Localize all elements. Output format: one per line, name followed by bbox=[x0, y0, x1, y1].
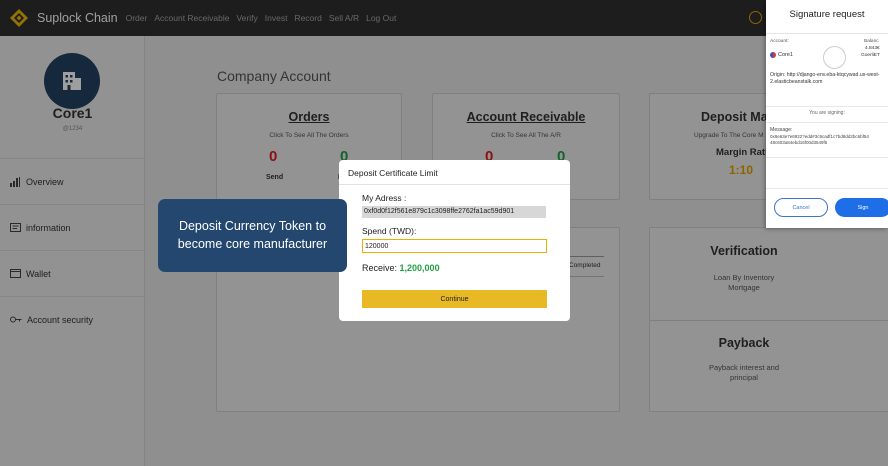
callout-line-2: become core manufacturer bbox=[177, 237, 328, 251]
deposit-certificate-modal: Deposit Certificate Limit My Adress : 0x… bbox=[339, 160, 570, 321]
annotation-callout: Deposit Currency Token to become core ma… bbox=[158, 199, 347, 272]
receive-amount: Receive: 1,200,000 bbox=[362, 263, 440, 273]
address-label: My Adress : bbox=[362, 193, 407, 203]
signature-request-panel: Signature request Account: Core1 Balanc … bbox=[766, 0, 888, 228]
continue-button[interactable]: Continue bbox=[362, 290, 547, 308]
signature-divider bbox=[766, 188, 888, 189]
balance-unit: GoerliET bbox=[861, 53, 880, 58]
origin-label: Origin: bbox=[770, 72, 786, 78]
message-content: 0x8e63e7e6922?edd#3c9cadf1c7bd8dd2bc6bf5… bbox=[770, 134, 888, 146]
signature-divider bbox=[766, 106, 888, 107]
modal-divider bbox=[339, 184, 570, 185]
signature-title: Signature request bbox=[789, 9, 865, 20]
signature-divider bbox=[766, 157, 888, 158]
account-avatar-icon bbox=[770, 52, 776, 58]
account-label: Account: bbox=[770, 39, 789, 44]
signing-notice: You are signing: bbox=[809, 110, 845, 116]
balance-value: 4.843€ bbox=[865, 46, 880, 51]
receive-label: Receive: bbox=[362, 263, 398, 273]
spend-amount-input[interactable] bbox=[362, 239, 547, 253]
receive-value: 1,200,000 bbox=[399, 263, 440, 273]
message-label: Message: bbox=[770, 127, 793, 133]
modal-title: Deposit Certificate Limit bbox=[348, 168, 438, 178]
wallet-address-field: 0xf0d0f12f561e879c1c3098ffe2762fa1ac59d9… bbox=[362, 206, 546, 218]
spend-label: Spend (TWD): bbox=[362, 226, 417, 236]
signature-divider bbox=[766, 33, 888, 34]
account-name: Core1 bbox=[778, 52, 793, 58]
cancel-button[interactable]: Cancel bbox=[774, 198, 828, 217]
callout-line-1: Deposit Currency Token to bbox=[178, 219, 327, 233]
message-line-2: 48c603a84ebd16f00d3549f6 bbox=[770, 140, 828, 145]
signature-divider bbox=[766, 122, 888, 123]
origin-info: Origin: http://django-env.eba-ktqcywad.u… bbox=[770, 72, 888, 86]
account-identicon bbox=[823, 46, 846, 69]
balance-label: Balanc bbox=[864, 39, 879, 44]
origin-value: http://django-env.eba-ktqcywad.us-west-2… bbox=[770, 72, 880, 85]
sign-button[interactable]: Sign bbox=[835, 198, 888, 217]
